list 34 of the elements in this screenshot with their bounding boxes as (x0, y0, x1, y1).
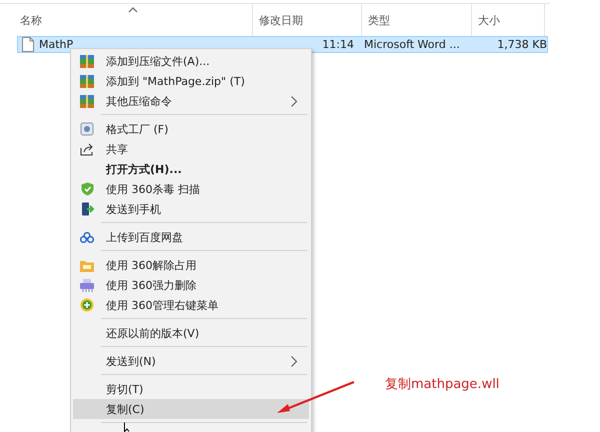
folder-icon (80, 258, 94, 272)
format-icon (80, 122, 94, 136)
archive-icon (80, 94, 94, 108)
menu-item[interactable]: 还原以前的版本(V) (73, 323, 309, 343)
archive-icon (80, 74, 94, 88)
modified-time: 11:14 (322, 38, 354, 51)
menu-item[interactable]: 共享 (73, 139, 309, 159)
plus-icon (80, 298, 94, 312)
menu-item[interactable]: 使用 360杀毒 扫描 (73, 179, 309, 199)
file-name: MathP (39, 38, 74, 51)
menu-item[interactable]: 上传到百度网盘 (73, 227, 309, 247)
share-icon (80, 142, 94, 156)
menu-item[interactable]: 添加到 "MathPage.zip" (T) (73, 71, 309, 91)
annotation-text: 复制mathpage.wll (385, 376, 500, 393)
menu-item[interactable]: 发送到手机 (73, 199, 309, 219)
menu-item[interactable]: 使用 360强力删除 (73, 275, 309, 295)
phone-icon (80, 202, 94, 216)
menu-item[interactable]: 添加到压缩文件(A)... (73, 51, 309, 71)
sort-caret-icon (128, 7, 138, 13)
menu-item[interactable]: 其他压缩命令 (73, 91, 309, 111)
shield-icon (80, 182, 94, 196)
menu-item[interactable]: 发送到(N) (73, 351, 309, 371)
menu-item[interactable]: 剪切(T) (73, 379, 309, 399)
file-type: Microsoft Word ... (364, 38, 460, 51)
shredder-icon (80, 278, 94, 292)
archive-icon (80, 54, 94, 68)
menu-item[interactable]: 复制(C) (73, 399, 309, 419)
menu-item[interactable]: 打开方式(H)... (73, 159, 309, 179)
menu-item[interactable]: 使用 360管理右键菜单 (73, 295, 309, 315)
menu-item[interactable]: 使用 360解除占用 (73, 255, 309, 275)
document-icon (22, 37, 34, 52)
cloud-icon (80, 232, 94, 242)
menu-item[interactable]: 格式工厂 (F) (73, 119, 309, 139)
file-size: 1,738 KB (497, 38, 547, 51)
